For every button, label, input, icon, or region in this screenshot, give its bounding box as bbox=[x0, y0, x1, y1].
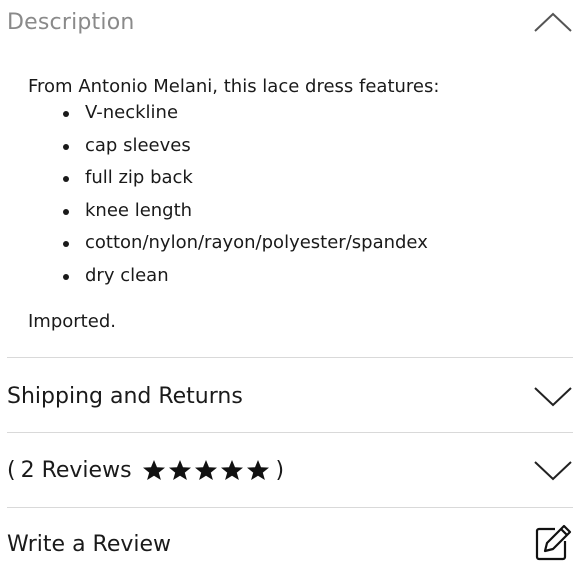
bullet-icon bbox=[63, 241, 69, 247]
feature-text: dry clean bbox=[85, 264, 169, 286]
feature-item: cap sleeves bbox=[63, 133, 560, 166]
feature-item: cotton/nylon/rayon/polyester/spandex bbox=[63, 230, 560, 263]
shipping-returns-header[interactable]: Shipping and Returns bbox=[7, 360, 573, 432]
bullet-icon bbox=[63, 273, 69, 280]
bullet-icon bbox=[63, 111, 69, 117]
description-title: Description bbox=[7, 9, 135, 35]
star-icon bbox=[168, 459, 192, 481]
description-content: From Antonio Melani, this lace dress fea… bbox=[28, 74, 560, 295]
feature-item: V-neckline bbox=[63, 100, 560, 133]
bullet-icon bbox=[63, 208, 69, 215]
write-review-title: Write a Review bbox=[7, 532, 172, 557]
bullet-icon bbox=[63, 176, 69, 182]
star-icon bbox=[220, 459, 244, 481]
feature-text: full zip back bbox=[85, 167, 193, 188]
feature-text: cotton/nylon/rayon/polyester/spandex bbox=[85, 232, 428, 253]
chevron-up-icon[interactable] bbox=[533, 11, 573, 33]
feature-list: V-neckline cap sleeves full zip back kne… bbox=[28, 100, 560, 295]
reviews-header[interactable]: ( 2 Reviews ) bbox=[7, 434, 573, 506]
divider bbox=[7, 357, 573, 358]
bullet-icon bbox=[63, 143, 69, 150]
feature-item: dry clean bbox=[63, 263, 560, 296]
edit-icon[interactable] bbox=[533, 523, 573, 567]
reviews-suffix: ) bbox=[275, 457, 285, 483]
feature-item: full zip back bbox=[63, 165, 560, 198]
write-review-header[interactable]: Write a Review bbox=[7, 509, 573, 580]
origin-text: Imported. bbox=[28, 311, 116, 332]
chevron-down-icon[interactable] bbox=[533, 385, 573, 407]
divider bbox=[7, 507, 573, 508]
star-icon bbox=[142, 459, 166, 481]
feature-text: cap sleeves bbox=[85, 134, 191, 156]
feature-item: knee length bbox=[63, 198, 560, 231]
star-icon bbox=[246, 459, 270, 481]
shipping-returns-title: Shipping and Returns bbox=[7, 383, 243, 409]
feature-text: V-neckline bbox=[85, 102, 179, 123]
star-icon bbox=[194, 459, 218, 481]
reviews-summary: ( 2 Reviews ) bbox=[7, 458, 284, 483]
star-rating bbox=[142, 459, 270, 481]
feature-text: knee length bbox=[85, 199, 193, 221]
divider bbox=[7, 432, 573, 433]
reviews-prefix: ( bbox=[7, 457, 16, 483]
description-intro: From Antonio Melani, this lace dress fea… bbox=[28, 76, 440, 97]
description-header[interactable]: Description bbox=[7, 0, 573, 44]
chevron-down-icon[interactable] bbox=[533, 459, 573, 481]
reviews-count: 2 Reviews bbox=[20, 457, 132, 483]
